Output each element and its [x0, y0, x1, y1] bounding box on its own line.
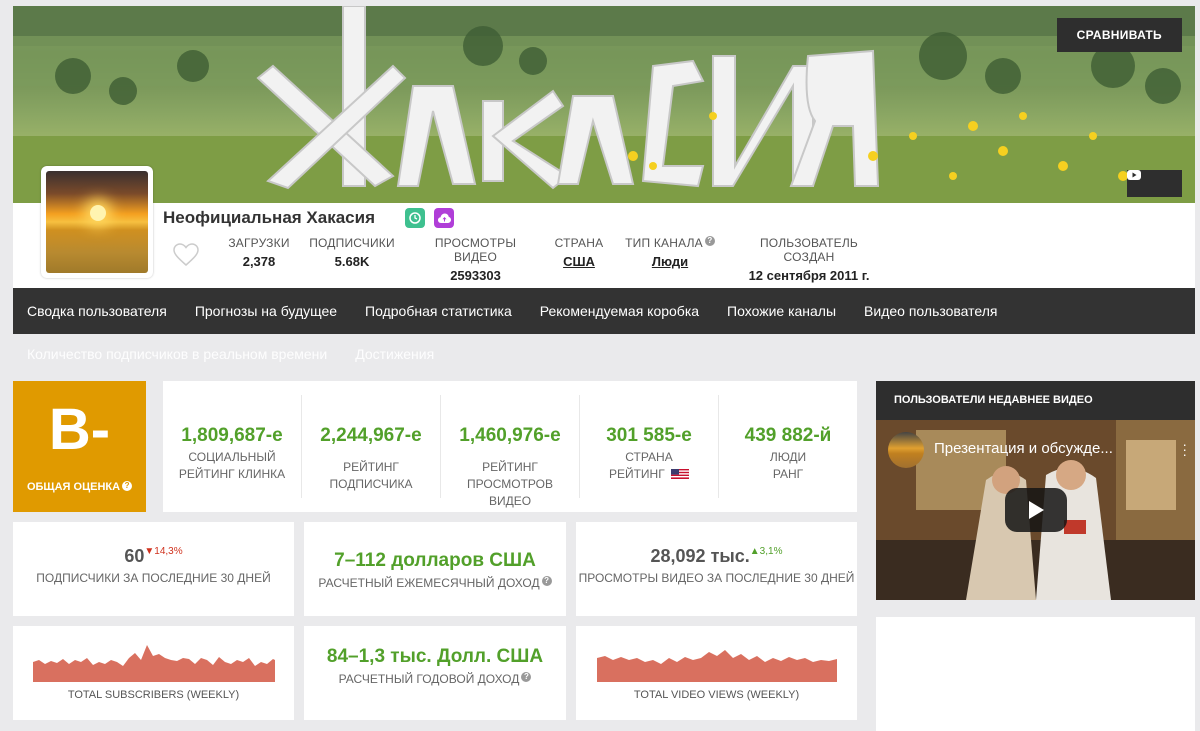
- recent-video-panel: ПОЛЬЗОВАТЕЛИ НЕДАВНЕЕ ВИДЕО Презентация …: [876, 381, 1195, 600]
- sub-nav: Количество подписчиков в реальном времен…: [13, 346, 448, 362]
- video-channel-avatar[interactable]: [888, 432, 924, 468]
- cloud-upload-icon[interactable]: [434, 208, 454, 228]
- nav-user-videos[interactable]: Видео пользователя: [850, 288, 1011, 334]
- channel-avatar[interactable]: [41, 166, 153, 278]
- verified-clock-icon[interactable]: [405, 208, 425, 228]
- stat-channel-type: ТИП КАНАЛА? Люди: [619, 236, 721, 269]
- right-sidebar-box: [876, 617, 1195, 731]
- overall-grade-card: B- ОБЩАЯ ОЦЕНКА?: [13, 381, 146, 512]
- country-link[interactable]: США: [553, 254, 605, 269]
- subs-weekly-sparkline: [32, 645, 275, 682]
- nav-detailed-stats[interactable]: Подробная статистика: [351, 288, 526, 334]
- subs-weekly-card: TOTAL SUBSCRIBERS (WEEKLY): [13, 626, 294, 720]
- stat-subscribers: ПОДПИСЧИКИ 5.68K: [309, 236, 395, 269]
- more-options-icon[interactable]: · · ·: [1182, 437, 1187, 461]
- rank-country: 301 585-е СТРАНА РЕЙТИНГ: [580, 395, 719, 498]
- stat-user-created: ПОЛЬЗОВАТЕЛЬ СОЗДАН 12 сентября 2011 г.: [748, 236, 870, 283]
- views-weekly-card: TOTAL VIDEO VIEWS (WEEKLY): [576, 626, 857, 720]
- views-30-days-card: 28,092 тыс.▲3,1% ПРОСМОТРЫ ВИДЕО ЗА ПОСЛ…: [576, 522, 857, 616]
- channel-title: Неофициальная Хакасия: [163, 208, 375, 227]
- stat-video-views: ПРОСМОТРЫ ВИДЕО 2593303: [434, 236, 517, 283]
- help-icon[interactable]: ?: [541, 576, 552, 586]
- views-weekly-sparkline: [596, 650, 837, 682]
- grade-label: ОБЩАЯ ОЦЕНКА: [26, 481, 121, 493]
- nav-realtime-subs[interactable]: Количество подписчиков в реальном времен…: [13, 346, 341, 362]
- banner-image: [13, 6, 1195, 203]
- nav-similar-channels[interactable]: Похожие каналы: [713, 288, 850, 334]
- video-thumbnail[interactable]: Презентация и обсужде... · · ·: [876, 420, 1195, 600]
- stat-country: СТРАНА США: [553, 236, 605, 269]
- grade-value: B-: [48, 397, 111, 462]
- nav-user-summary[interactable]: Сводка пользователя: [13, 288, 181, 334]
- yearly-earnings-card: 84–1,3 тыс. Долл. США РАСЧЕТНЫЙ ГОДОВОЙ …: [304, 626, 566, 720]
- help-icon[interactable]: ?: [122, 481, 133, 491]
- ranks-panel: 1,809,687-е СОЦИАЛЬНЫЙ РЕЙТИНГ КЛИНКА 2,2…: [163, 381, 857, 512]
- youtube-icon: [1127, 170, 1141, 180]
- play-icon: [1029, 501, 1044, 519]
- stat-uploads: ЗАГРУЗКИ 2,378: [228, 236, 290, 269]
- channel-profile: Неофициальная Хакасия ЗАГРУЗКИ 2,378 ПОД…: [13, 166, 1195, 288]
- youtube-link-button[interactable]: [1127, 170, 1182, 197]
- play-button[interactable]: [1005, 488, 1067, 532]
- rank-social-blade: 1,809,687-е СОЦИАЛЬНЫЙ РЕЙТИНГ КЛИНКА: [163, 395, 302, 498]
- channel-banner: СРАВНИВАТЬ: [13, 6, 1195, 203]
- favorite-heart-icon[interactable]: [173, 243, 199, 272]
- rank-people: 439 882-й ЛЮДИ РАНГ: [744, 425, 832, 481]
- rank-video-views: 1,460,976-е РЕЙТИНГ ПРОСМОТРОВ ВИДЕО: [441, 395, 580, 508]
- video-title[interactable]: Презентация и обсужде...: [934, 440, 1113, 457]
- nav-featured-box[interactable]: Рекомендуемая коробка: [526, 288, 713, 334]
- compare-button[interactable]: СРАВНИВАТЬ: [1056, 18, 1182, 52]
- us-flag-icon: [671, 469, 690, 479]
- main-nav: Сводка пользователя Прогнозы на будущее …: [13, 288, 1195, 334]
- help-icon[interactable]: ?: [521, 672, 532, 682]
- rank-subscribers: 2,244,967-е РЕЙТИНГ ПОДПИСЧИКА: [302, 395, 441, 498]
- help-icon[interactable]: ?: [704, 236, 715, 246]
- recent-video-header: ПОЛЬЗОВАТЕЛИ НЕДАВНЕЕ ВИДЕО: [876, 381, 1195, 420]
- monthly-earnings-card: 7–112 долларов США РАСЧЕТНЫЙ ЕЖЕМЕСЯЧНЫЙ…: [304, 522, 566, 616]
- nav-future-projections[interactable]: Прогнозы на будущее: [181, 288, 351, 334]
- channel-type-link[interactable]: Люди: [619, 254, 721, 269]
- subs-30-days-card: 60▼14,3% ПОДПИСЧИКИ ЗА ПОСЛЕДНИЕ 30 ДНЕЙ: [13, 522, 294, 616]
- nav-achievements[interactable]: Достижения: [341, 346, 448, 362]
